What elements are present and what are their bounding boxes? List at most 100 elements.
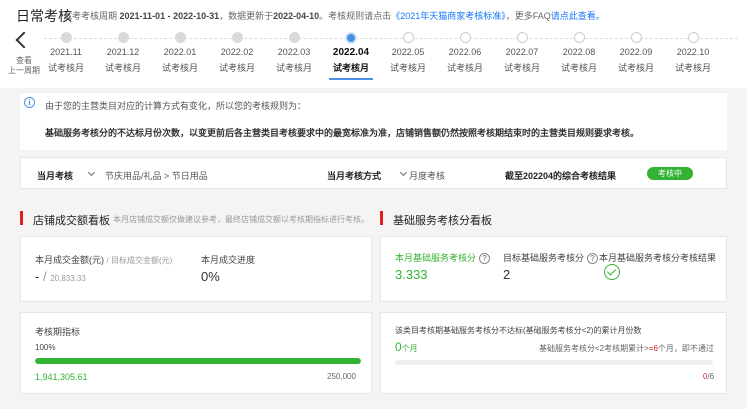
service-fail-card: 该类目考核期基础服务考核分不达标(基础服务考核分<2)的累计月份数 0个月 基础… — [380, 312, 727, 394]
period-tag: 试考核月 — [503, 63, 540, 73]
section-marker — [20, 211, 23, 225]
section-marker — [380, 211, 383, 225]
period-2021-12[interactable]: 2021.12 试考核月 — [94, 31, 152, 81]
chevron-down-icon[interactable] — [399, 168, 408, 177]
period-tag: 试考核月 — [275, 63, 312, 73]
period-progress-fill — [35, 358, 361, 364]
period-dot — [460, 32, 471, 43]
period-month: 2022.03 — [277, 47, 311, 57]
sales-monthly-card: 本月成交金额(元) / 目标成交金额(元) - / 20,833.33 本月成交… — [20, 236, 372, 302]
monthly-progress-value: 0% — [201, 269, 220, 284]
current-assessment-label: 当月考核 — [37, 171, 74, 181]
service-target-label: 目标基础服务考核分 — [503, 253, 585, 263]
period-2022-06[interactable]: 2022.06 试考核月 — [436, 31, 494, 81]
fail-count: 0 — [395, 340, 402, 354]
period-tag: 试考核月 — [218, 63, 255, 73]
amount-separator: / — [42, 269, 47, 284]
service-result-label: 本月基础服务考核分考核结果 — [599, 253, 717, 263]
fail-rule-number: =6 — [648, 344, 658, 353]
period-2022-02[interactable]: 2022.02 试考核月 — [208, 31, 266, 81]
period-target-value: 250,000 — [327, 372, 356, 381]
sales-period-card: 考核期指标 100% 1,941,305.61 250,000 — [20, 312, 372, 394]
period-indicator-label: 考核期指标 — [35, 327, 81, 337]
period-tag: 试考核月 — [104, 63, 141, 73]
period-tag: 试考核月 — [674, 63, 711, 73]
fail-rule-prefix: 基础服务考核分<2考核期累计> — [539, 344, 649, 353]
period-2022-04[interactable]: 2022.04 试考核月 — [322, 31, 380, 81]
meta-rule-prefix: 。考核规则请点击 — [319, 11, 392, 21]
period-month: 2021.11 — [50, 47, 82, 57]
service-score-label: 本月基础服务考核分 — [395, 253, 477, 263]
period-percent: 100% — [35, 343, 56, 352]
period-2022-07[interactable]: 2022.07 试考核月 — [493, 31, 551, 81]
period-progress-bar — [35, 358, 361, 364]
monthly-amount-label: 本月成交金额(元) — [35, 255, 104, 265]
sales-section-title: 店铺成交额看板 — [33, 215, 110, 227]
period-tag: 试考核月 — [161, 63, 198, 73]
chevron-left-icon — [15, 31, 33, 49]
period-2022-05[interactable]: 2022.05 试考核月 — [379, 31, 437, 81]
service-target-value: 2 — [503, 267, 511, 282]
faq-link[interactable]: 请点此查看。 — [551, 11, 605, 21]
period-tag: 试考核月 — [446, 63, 483, 73]
chevron-down-icon[interactable] — [87, 168, 96, 177]
fail-unit: 个月 — [401, 344, 418, 353]
period-dot — [345, 32, 357, 44]
help-icon[interactable]: ? — [587, 253, 599, 264]
period-month: 2022.04 — [332, 47, 370, 58]
period-dot — [289, 32, 300, 43]
period-month: 2022.09 — [619, 47, 653, 57]
rule-notice: i 由于您的主营类目对应的计算方式有变化，所以您的考核规则为： 基础服务考核分的… — [20, 92, 727, 150]
service-section-header: 基础服务考核分看板 — [380, 210, 730, 227]
period-month: 2022.07 — [505, 47, 539, 57]
period-month: 2022.10 — [676, 47, 710, 57]
period-dot — [118, 32, 129, 43]
current-assessment-category: 节庆用品/礼品 > 节日用品 — [105, 171, 208, 181]
service-monthly-card: 本月基础服务考核分? 3.333 目标基础服务考核分? 2 本月基础服务考核分考… — [380, 236, 727, 302]
period-2022-01[interactable]: 2022.01 试考核月 — [151, 31, 209, 81]
period-tag: 试考核月 — [47, 63, 84, 73]
period-dot — [631, 32, 642, 43]
active-period-underline — [329, 78, 373, 80]
period-dot — [232, 32, 243, 43]
meta-period: 2021-11-01 - 2022-10-31 — [119, 11, 220, 21]
period-dot — [175, 32, 186, 43]
period-tag: 试考核月 — [560, 63, 597, 73]
cycle-meta: 试考考核周期 2021-11-01 - 2022-10-31，数据更新于2022… — [63, 9, 605, 22]
period-2022-08[interactable]: 2022.08 试考核月 — [550, 31, 608, 81]
period-month: 2021.12 — [106, 47, 140, 57]
overall-result-label: 截至202204的综合考核结果 — [505, 171, 617, 181]
check-circle-icon — [604, 264, 620, 280]
period-dot — [517, 32, 528, 43]
period-month: 2022.02 — [220, 47, 254, 57]
assessment-method-value: 月度考核 — [409, 171, 446, 181]
fail-description: 该类目考核期基础服务考核分不达标(基础服务考核分<2)的累计月份数 — [395, 326, 642, 335]
service-score-value: 3.333 — [395, 267, 428, 282]
top-bar: 日常考核 试考考核周期 2021-11-01 - 2022-10-31，数据更新… — [0, 0, 747, 28]
period-tag: 试考核月 — [617, 63, 654, 73]
target-amount-label: 目标成交金额(元) — [110, 256, 173, 265]
meta-prefix: 试考考核周期 — [63, 11, 118, 21]
service-section-title: 基础服务考核分看板 — [393, 215, 492, 227]
period-2022-09[interactable]: 2022.09 试考核月 — [607, 31, 665, 81]
period-dot — [61, 32, 72, 43]
period-2022-03[interactable]: 2022.03 试考核月 — [265, 31, 323, 81]
period-dot — [574, 32, 585, 43]
period-2022-10[interactable]: 2022.10 试考核月 — [664, 31, 722, 81]
assessment-method-label: 当月考核方式 — [327, 171, 382, 181]
period-tag: 试考核月 — [332, 63, 369, 73]
period-2021-11[interactable]: 2021.11 试考核月 — [37, 31, 95, 81]
period-timeline: 查看 上一周期 2021.11 试考核月 2021.12 试考核月 2022.01 试考核… — [0, 28, 747, 88]
help-icon[interactable]: ? — [479, 253, 491, 264]
info-icon: i — [24, 97, 35, 108]
period-month: 2022.08 — [562, 47, 596, 57]
fail-progress-bar — [395, 360, 713, 365]
notice-line-2: 基础服务考核分的不达标月份次数，以变更前后各主营类目考核要求中的最宽标准为准，店… — [45, 128, 640, 138]
sales-section-subtitle: 本月店铺成交额仅做建议参考，最终店铺成交额以考核期指标进行考核。 — [113, 215, 369, 224]
status-badge: 考核中 — [647, 167, 693, 180]
monthly-amount-value: - — [35, 269, 40, 284]
meta-mid: ，数据更新于 — [219, 11, 274, 21]
rule-link[interactable]: 《2021年天猫商家考核标准》 — [391, 11, 506, 21]
target-amount-value: 20,833.33 — [50, 274, 86, 283]
notice-line-1: 由于您的主营类目对应的计算方式有变化，所以您的考核规则为： — [45, 101, 307, 111]
